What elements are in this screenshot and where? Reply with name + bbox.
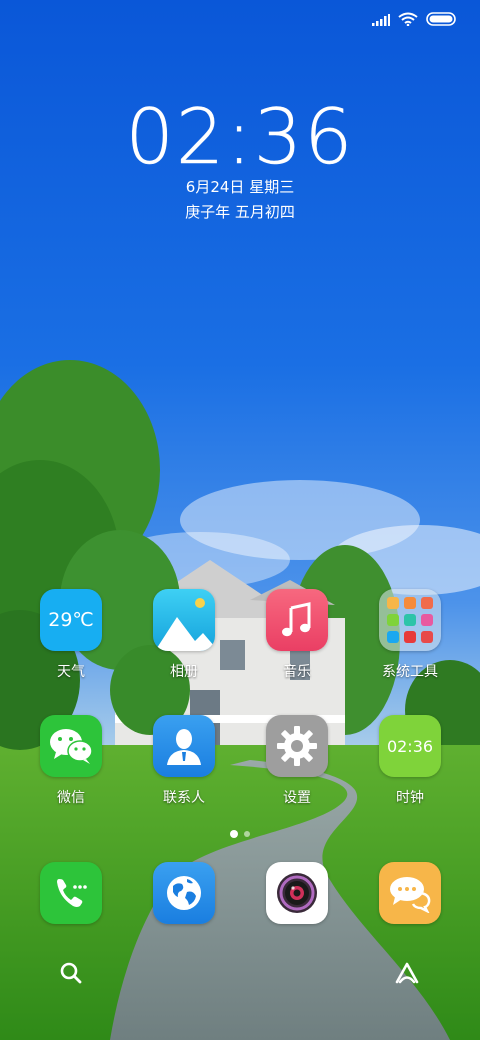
app-clock[interactable]: 02:36 时钟 (360, 715, 460, 807)
gallery-icon (153, 589, 215, 651)
messages-icon (379, 862, 441, 924)
phone-icon (40, 862, 102, 924)
page-indicator (0, 830, 480, 838)
dock-messages[interactable] (360, 862, 460, 924)
app-label: 联系人 (163, 790, 205, 806)
search-button[interactable] (51, 955, 91, 995)
camera-icon (266, 862, 328, 924)
app-label: 天气 (57, 664, 85, 680)
app-label: 时钟 (396, 790, 424, 806)
status-bar (372, 10, 458, 30)
dock-camera[interactable] (247, 862, 347, 924)
app-label: 相册 (170, 664, 198, 680)
music-icon (266, 589, 328, 651)
assistant-button[interactable] (387, 955, 427, 995)
weather-icon-temp: 29℃ (48, 609, 94, 631)
app-weather[interactable]: 29℃ 天气 (21, 589, 121, 681)
clock-widget-time[interactable]: 02:36 (0, 92, 480, 182)
page-dot (244, 831, 250, 837)
battery-icon (426, 11, 458, 30)
dock-browser[interactable] (134, 862, 234, 924)
page-dot-active (230, 830, 238, 838)
app-wechat[interactable]: 微信 (21, 715, 121, 807)
dock-phone[interactable] (21, 862, 121, 924)
app-label: 微信 (57, 790, 85, 806)
app-settings[interactable]: 设置 (247, 715, 347, 807)
folder-icon (379, 589, 441, 651)
browser-icon (153, 862, 215, 924)
app-music[interactable]: 音乐 (247, 589, 347, 681)
weather-icon: 29℃ (40, 589, 102, 651)
clock-widget-date: 6月24日 星期三 (185, 178, 295, 196)
contacts-icon (153, 715, 215, 777)
folder-system-tools[interactable]: 系统工具 (360, 589, 460, 681)
app-label: 系统工具 (382, 664, 438, 680)
assistant-icon (394, 961, 420, 989)
app-contacts[interactable]: 联系人 (134, 715, 234, 807)
clock-icon-time: 02:36 (386, 736, 434, 756)
search-icon (59, 961, 83, 989)
app-gallery[interactable]: 相册 (134, 589, 234, 681)
signal-icon (372, 11, 390, 30)
settings-icon (266, 715, 328, 777)
wifi-icon (398, 11, 418, 30)
app-label: 音乐 (283, 664, 311, 680)
app-label: 设置 (283, 790, 311, 806)
clock-icon: 02:36 (379, 715, 441, 777)
wechat-icon (40, 715, 102, 777)
clock-widget-lunar-date: 庚子年 五月初四 (185, 203, 295, 221)
